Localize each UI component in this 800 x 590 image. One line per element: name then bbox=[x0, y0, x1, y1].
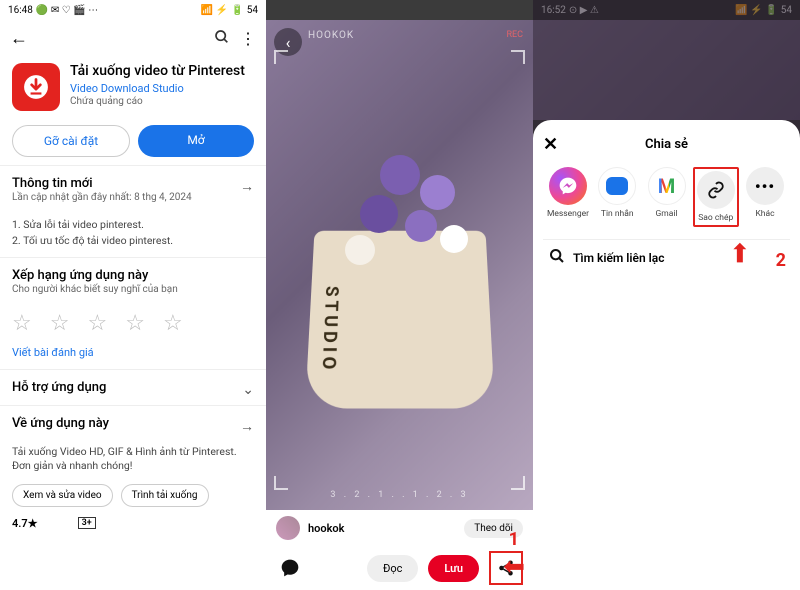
share-sheet-panel: 16:52 ⊙ ▶ ⚠ 📶 ⚡ 🔋54 ✕ Chia sẻ Messenger … bbox=[533, 0, 800, 590]
whats-new-sub: Lần cập nhật gần đây nhất: 8 thg 4, 2024 bbox=[12, 192, 254, 203]
rec-indicator: REC bbox=[506, 30, 523, 40]
developer-link[interactable]: Video Download Studio bbox=[70, 82, 254, 95]
frame-corner bbox=[274, 50, 288, 64]
about-section[interactable]: Về ứng dụng này → bbox=[0, 405, 266, 441]
signal-icon: 📶 ⚡ bbox=[201, 5, 228, 16]
chevron-right-icon: → bbox=[240, 418, 254, 435]
chevron-right-icon: → bbox=[240, 178, 254, 195]
write-review-link[interactable]: Viết bài đánh giá bbox=[0, 346, 266, 369]
step-label: 1 bbox=[509, 529, 519, 550]
profile-row: hookok Theo dõi bbox=[266, 510, 533, 546]
frame-corner bbox=[511, 50, 525, 64]
save-button[interactable]: Lưu bbox=[428, 555, 479, 582]
status-bar bbox=[266, 0, 533, 20]
ads-label: Chứa quảng cáo bbox=[70, 96, 254, 107]
more-icon[interactable]: ⋮ bbox=[240, 29, 256, 48]
app-top-bar: ← ⋮ bbox=[0, 20, 266, 57]
share-icons-row: Messenger Tin nhắn M Gmail Sao chép ••• … bbox=[543, 167, 790, 239]
frame-corner bbox=[274, 476, 288, 490]
app-name: Tải xuống video từ Pinterest bbox=[70, 63, 254, 80]
share-gmail[interactable]: M Gmail bbox=[644, 167, 690, 227]
category-chip[interactable]: Xem và sửa video bbox=[12, 484, 113, 507]
app-header: Tải xuống video từ Pinterest Video Downl… bbox=[0, 57, 266, 117]
rating-row: 4.7★ 3+ bbox=[0, 517, 266, 530]
star-icon[interactable]: ☆ bbox=[163, 311, 183, 336]
username[interactable]: hookok bbox=[308, 522, 456, 535]
action-bar: Đọc Lưu bbox=[266, 546, 533, 590]
pinterest-pin-panel: STUDIO ‹ HOOKOK REC 3 . 2 . 1 . . 1 . 2 … bbox=[266, 0, 533, 590]
sheet-title: Chia sẻ bbox=[543, 137, 790, 152]
search-icon[interactable] bbox=[214, 29, 230, 49]
step-label: 2 bbox=[776, 250, 786, 271]
pin-image[interactable]: STUDIO bbox=[266, 20, 533, 510]
release-notes: 1. Sửa lỗi tải video pinterest. 2. Tối ư… bbox=[0, 213, 266, 257]
app-icon bbox=[12, 63, 60, 111]
read-button[interactable]: Đọc bbox=[367, 555, 418, 582]
watermark: HOOKOK bbox=[308, 30, 354, 41]
chevron-down-icon: ⌄ bbox=[242, 382, 254, 398]
share-sheet: ✕ Chia sẻ Messenger Tin nhắn M Gmail bbox=[533, 120, 800, 590]
status-time: 16:48 bbox=[8, 5, 33, 16]
frame-counter: 3 . 2 . 1 . . 1 . 2 . 3 bbox=[266, 490, 533, 500]
open-button[interactable]: Mở bbox=[138, 125, 254, 157]
uninstall-button[interactable]: Gỡ cài đặt bbox=[12, 125, 130, 157]
arrow-icon: ➡ bbox=[725, 242, 755, 264]
star-icon[interactable]: ☆ bbox=[50, 311, 70, 336]
gmail-icon: M bbox=[648, 167, 686, 205]
rate-section: Xếp hạng ứng dụng này Cho người khác biế… bbox=[0, 257, 266, 305]
category-chip[interactable]: Trình tải xuống bbox=[121, 484, 209, 507]
support-section[interactable]: Hỗ trợ ứng dụng ⌄ bbox=[0, 369, 266, 405]
whats-new-title: Thông tin mới bbox=[12, 176, 254, 191]
rating-stars[interactable]: ☆ ☆ ☆ ☆ ☆ bbox=[0, 305, 266, 346]
messages-icon bbox=[598, 167, 636, 205]
status-bar: 16:48🟢 ✉ ♡ 🎬 ⋯ 📶 ⚡🔋 54 bbox=[0, 0, 266, 20]
share-messages[interactable]: Tin nhắn bbox=[594, 167, 640, 227]
status-icons: 🟢 ✉ ♡ 🎬 ⋯ bbox=[36, 5, 98, 16]
comment-icon[interactable] bbox=[276, 554, 304, 582]
whats-new-section[interactable]: Thông tin mới Lần cập nhật gần đây nhất:… bbox=[0, 165, 266, 213]
share-messenger[interactable]: Messenger bbox=[545, 167, 591, 227]
avatar[interactable] bbox=[276, 516, 300, 540]
messenger-icon bbox=[549, 167, 587, 205]
rate-title: Xếp hạng ứng dụng này bbox=[12, 268, 254, 283]
more-icon: ••• bbox=[746, 167, 784, 205]
share-more[interactable]: ••• Khác bbox=[742, 167, 788, 227]
bouquet-image: STUDIO bbox=[310, 125, 490, 405]
share-copy[interactable]: Sao chép bbox=[693, 167, 739, 227]
star-icon[interactable]: ☆ bbox=[87, 311, 107, 336]
battery-icon: 🔋 bbox=[231, 5, 243, 16]
frame-corner bbox=[511, 476, 525, 490]
link-icon bbox=[697, 171, 735, 209]
play-store-panel: 16:48🟢 ✉ ♡ 🎬 ⋯ 📶 ⚡🔋 54 ← ⋮ Tải xuống vide… bbox=[0, 0, 266, 590]
arrow-icon: ⬅ bbox=[503, 552, 525, 582]
battery-pct: 54 bbox=[247, 5, 258, 16]
star-icon[interactable]: ☆ bbox=[12, 311, 32, 336]
search-icon bbox=[549, 248, 565, 268]
about-description: Tải xuống Video HD, GIF & Hình ảnh từ Pi… bbox=[0, 441, 266, 484]
star-icon[interactable]: ☆ bbox=[125, 311, 145, 336]
rate-sub: Cho người khác biết suy nghĩ của bạn bbox=[12, 284, 254, 295]
back-icon[interactable]: ← bbox=[10, 28, 28, 49]
